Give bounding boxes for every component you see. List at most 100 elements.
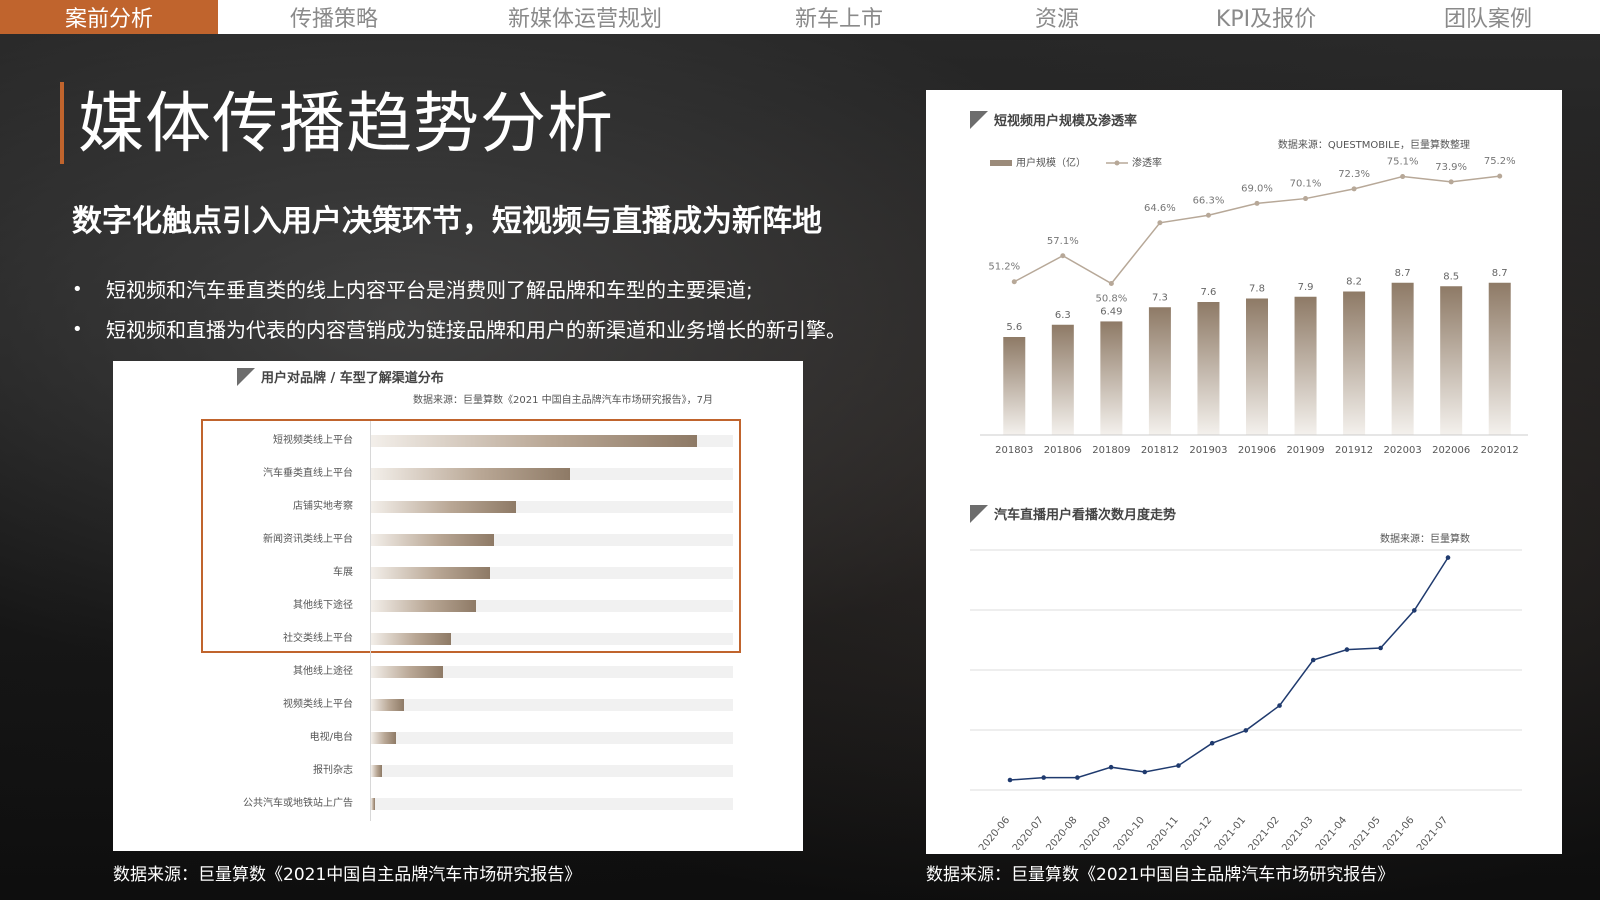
bar [1197, 302, 1220, 435]
page-subtitle: 数字化触点引入用户决策环节，短视频与直播成为新阵地 [72, 204, 822, 239]
penetration-point [1254, 200, 1260, 206]
x-tick-label: 202003 [1384, 445, 1422, 456]
bar-row: 视频类线上平台 [113, 695, 803, 715]
nav-tab[interactable]: 新媒体运营规划 [450, 0, 720, 34]
bar [371, 501, 516, 513]
corner-mark-icon [970, 110, 988, 129]
bar [1246, 298, 1268, 435]
bar-label: 车展 [333, 567, 353, 578]
penetration-value-label: 75.1% [1387, 157, 1419, 168]
penetration-point [1157, 220, 1163, 226]
penetration-point [1351, 186, 1357, 192]
bar [371, 534, 495, 546]
user-scale-penetration-chart: 用户规模（亿） 渗透率 5.6 201803 6.3 201806 6.49 201809 7.… [980, 156, 1528, 456]
chart-title-block: 用户对品牌 / 车型了解渠道分布 [237, 367, 444, 386]
bar-row: 公共汽车或地铁站上广告 [113, 794, 803, 814]
bar-row: 短视频类线上平台 [113, 431, 803, 451]
bar-track [371, 732, 733, 744]
bar-row: 社交类线上平台 [113, 629, 803, 649]
nav-tab[interactable]: 团队案例 [1376, 0, 1600, 34]
chart-title: 用户对品牌 / 车型了解渠道分布 [261, 371, 444, 386]
nav-tab[interactable]: KPI及报价 [1156, 0, 1376, 34]
bar [1100, 321, 1123, 435]
x-tick-label: 202012 [1481, 445, 1519, 456]
penetration-value-label: 75.2% [1484, 156, 1516, 167]
bar-label: 视频类线上平台 [283, 699, 353, 710]
bullet-item: • 短视频和直播为代表的内容营销成为链接品牌和用户的新渠道和业务增长的新引擎。 [72, 310, 932, 350]
penetration-value-label: 64.6% [1144, 203, 1176, 214]
x-tick-label: 2021-02 [1247, 815, 1282, 850]
bullet-text: 短视频和汽车垂直类的线上内容平台是消费则了解品牌和车型的主要渠道; [106, 278, 753, 302]
trend-point [1075, 775, 1080, 780]
bar-row: 新闻资讯类线上平台 [113, 530, 803, 550]
right-source-note: 数据来源：巨量算数《2021中国自主品牌汽车市场研究报告》 [926, 865, 1395, 885]
chart-title-block: 短视频用户规模及渗透率 [970, 110, 1137, 129]
penetration-value-label: 69.0% [1241, 183, 1273, 194]
penetration-point [1011, 279, 1017, 285]
right-charts-panel: 短视频用户规模及渗透率 数据来源：QUESTMOBILE，巨量算数整理 用户规模… [926, 90, 1562, 854]
trend-point [1007, 777, 1013, 783]
bar-label: 新闻资讯类线上平台 [263, 534, 353, 545]
bullet-text: 短视频和直播为代表的内容营销成为链接品牌和用户的新渠道和业务增长的新引擎。 [106, 318, 846, 342]
penetration-value-label: 57.1% [1047, 236, 1079, 247]
top-nav: 案前分析 传播策略 新媒体运营规划 新车上市 资源 KPI及报价 团队案例 [0, 0, 1600, 34]
nav-tab[interactable]: 资源 [958, 0, 1156, 34]
bar-label: 报刊杂志 [313, 765, 353, 776]
trend-point [1041, 775, 1046, 780]
penetration-point [1205, 212, 1211, 218]
corner-mark-icon [970, 504, 988, 523]
chart-source: 数据来源：巨量算数《2021 中国自主品牌汽车市场研究报告》，7月 [413, 395, 713, 406]
penetration-point [1448, 179, 1454, 185]
bar-row: 电视/电台 [113, 728, 803, 748]
bar [1051, 324, 1074, 435]
trend-point [1344, 647, 1350, 652]
bar-value-label: 8.5 [1443, 271, 1459, 282]
bar-value-label: 8.2 [1346, 277, 1362, 288]
bar [1391, 282, 1414, 435]
bar [371, 633, 451, 645]
bar [1440, 286, 1463, 435]
penetration-value-label: 70.1% [1290, 179, 1322, 190]
bar-label: 短视频类线上平台 [273, 435, 353, 446]
x-tick-label: 2020-12 [1179, 815, 1214, 850]
bar [1343, 291, 1366, 435]
nav-tab[interactable]: 传播策略 [218, 0, 450, 34]
penetration-value-label: 50.8% [1095, 293, 1127, 304]
bar [371, 468, 571, 480]
bar [371, 567, 491, 579]
title-accent-bar [60, 82, 64, 164]
x-tick-label: 2020-10 [1112, 815, 1147, 850]
nav-tab[interactable]: 新车上市 [720, 0, 958, 34]
bar-label: 其他线下途径 [293, 600, 353, 611]
x-tick-label: 2021-05 [1348, 815, 1383, 850]
nav-tab[interactable]: 案前分析 [0, 0, 218, 34]
legend-marker [1114, 160, 1120, 166]
bar-value-label: 7.3 [1152, 292, 1168, 303]
x-tick-label: 2021-06 [1381, 815, 1416, 850]
bar-value-label: 6.3 [1055, 310, 1071, 321]
bullet-item: • 短视频和汽车垂直类的线上内容平台是消费则了解品牌和车型的主要渠道; [72, 270, 932, 310]
x-tick-label: 2021-01 [1213, 815, 1248, 850]
legend-bar-swatch [990, 160, 1012, 166]
x-tick-label: 201806 [1044, 445, 1082, 456]
trend-point [1142, 769, 1148, 775]
bar [371, 699, 404, 711]
x-tick-label: 2020-11 [1145, 815, 1180, 850]
bar [1003, 337, 1026, 435]
bar-label: 店铺实地考察 [293, 501, 353, 512]
bar-row: 店铺实地考察 [113, 497, 803, 517]
penetration-point [1303, 196, 1309, 202]
bar-value-label: 7.6 [1201, 287, 1217, 298]
x-tick-label: 201809 [1092, 445, 1130, 456]
x-tick-label: 2020-06 [977, 815, 1012, 850]
bar-row: 车展 [113, 563, 803, 583]
trend-point [1310, 657, 1316, 663]
x-tick-label: 202006 [1432, 445, 1470, 456]
bar [1148, 307, 1171, 435]
x-tick-label: 2021-04 [1314, 815, 1349, 850]
bar-value-label: 5.6 [1006, 322, 1022, 333]
chart-source: 数据来源：QUESTMOBILE，巨量算数整理 [1277, 140, 1470, 151]
x-tick-label: 201803 [995, 445, 1033, 456]
bullet-dot: • [72, 319, 83, 340]
penetration-point [1108, 280, 1114, 286]
